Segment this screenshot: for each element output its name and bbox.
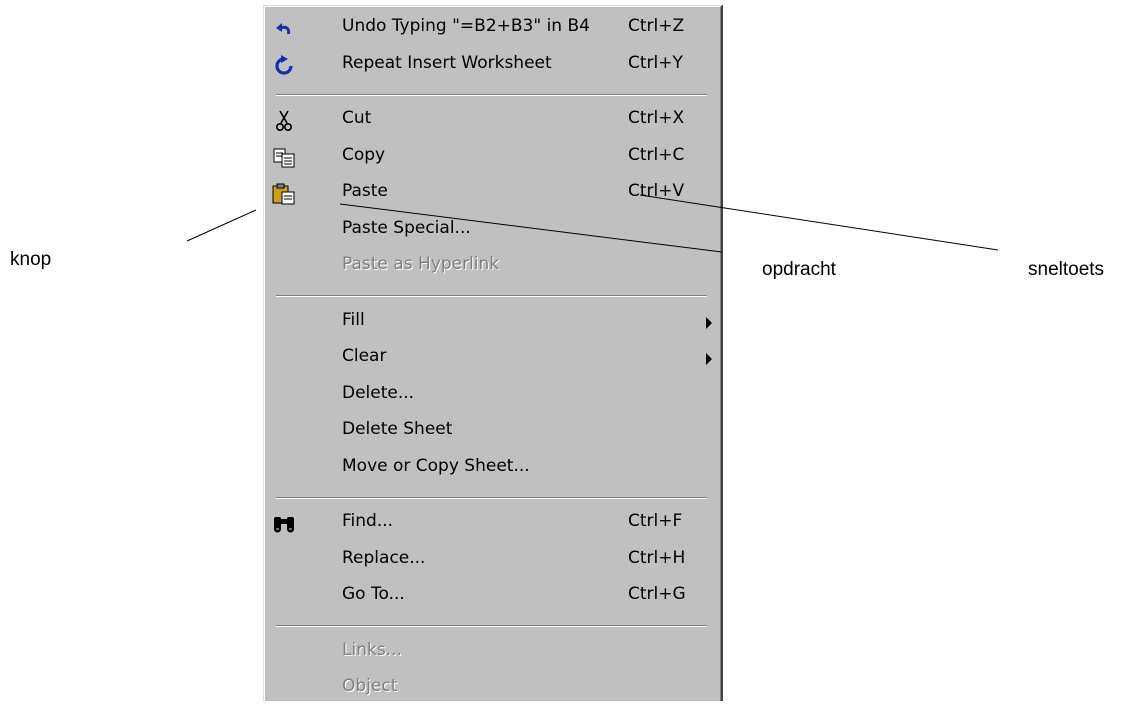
callout-line-command — [339, 203, 723, 253]
menu-screenshot: Undo Typing "=B2+B3" in B4 Ctrl+Z Repeat I… — [0, 0, 1136, 701]
callout-lines — [186, 194, 999, 253]
callout-line-shortcut — [639, 194, 999, 251]
callout-line-button — [186, 209, 257, 242]
